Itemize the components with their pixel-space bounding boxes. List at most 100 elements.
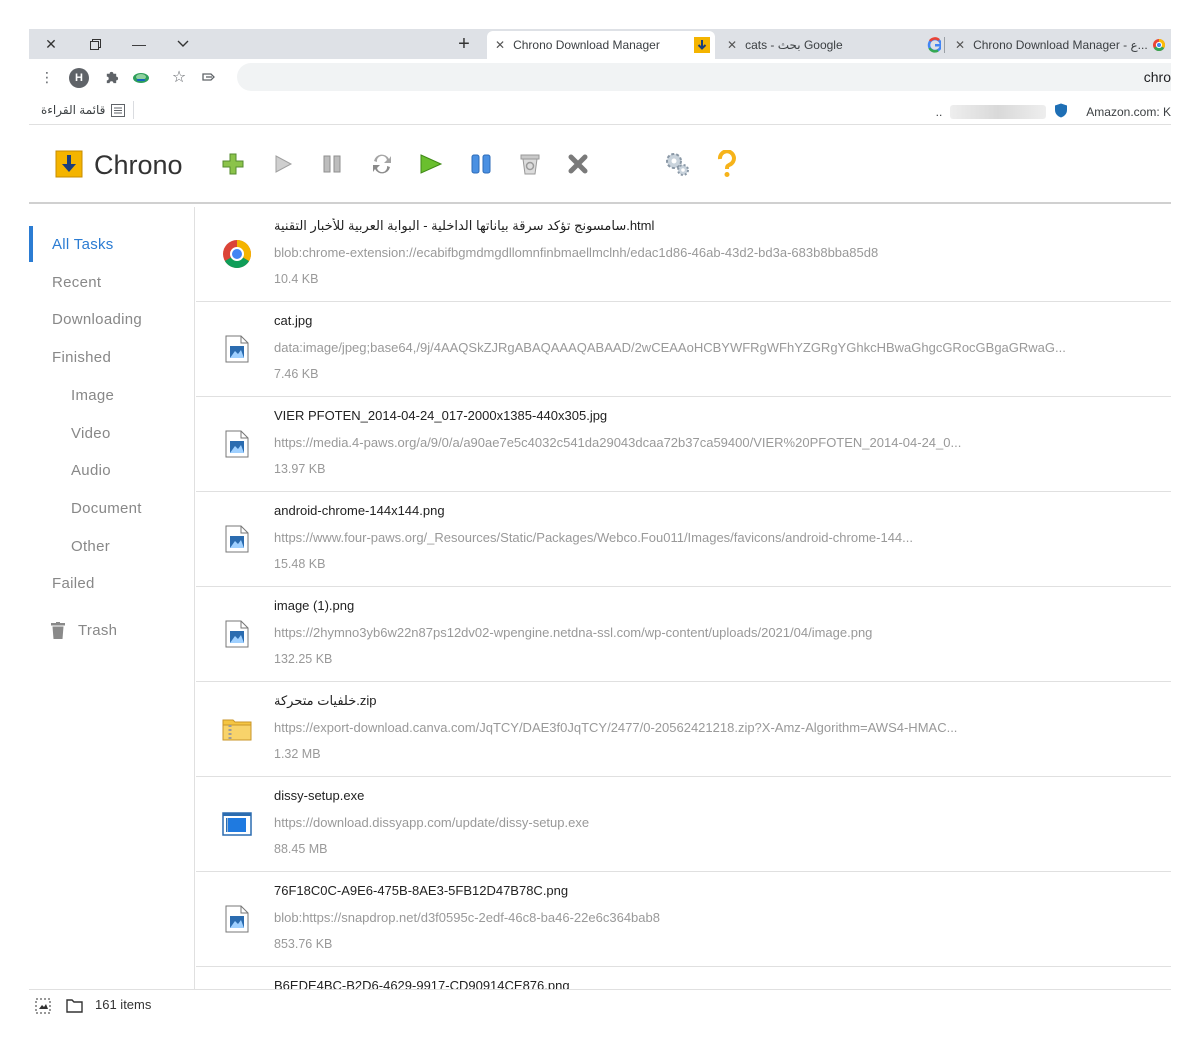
image-file-icon	[220, 902, 254, 936]
bookmark-ellipsis[interactable]: ..	[936, 105, 943, 119]
address-bar[interactable]: chro	[237, 63, 1171, 91]
file-url: https://download.dissyapp.com/update/dis…	[274, 815, 590, 830]
sidebar-item-all-tasks[interactable]: All Tasks	[29, 226, 195, 262]
download-row[interactable]: خلفيات متحركة.zip https://export-download…	[196, 682, 1171, 777]
sidebar-item-other[interactable]: Other	[29, 531, 195, 561]
tab-google-cats[interactable]: ✕ cats - بحث Google	[719, 31, 941, 59]
app-title: Chrono	[94, 150, 183, 180]
start-button[interactable]	[267, 148, 299, 180]
file-url: blob:https://snapdrop.net/d3f0595c-2edf-…	[274, 910, 660, 925]
file-name[interactable]: 76F18C0C-A9E6-475B-8AE3-5FB12D47B78C.png	[274, 883, 568, 898]
file-name[interactable]: سامسونج تؤكد سرقة بياناتها الداخلية - ال…	[274, 218, 654, 234]
tab-title: Chrono Download Manager - ع...	[973, 38, 1148, 52]
download-row[interactable]: VIER PFOTEN_2014-04-24_017-2000x1385-440…	[196, 397, 1171, 492]
sidebar-item-label: Video	[71, 424, 111, 442]
download-list: سامسونج تؤكد سرقة بياناتها الداخلية - ال…	[196, 207, 1171, 989]
file-size: 853.76 KB	[274, 937, 333, 951]
refresh-icon	[373, 154, 391, 174]
file-size: 7.46 KB	[274, 367, 319, 381]
sidebar-item-label: Failed	[52, 574, 95, 592]
reading-list-button[interactable]: قائمة القراءة	[41, 103, 126, 117]
file-name[interactable]: dissy-setup.exe	[274, 788, 364, 803]
restore-window-button[interactable]	[73, 29, 117, 59]
menu-kebab-icon[interactable]: ⋮	[37, 67, 57, 87]
sidebar-item-audio[interactable]: Audio	[29, 455, 195, 485]
sidebar-item-recent[interactable]: Recent	[29, 267, 195, 297]
tab-chrono-2[interactable]: ✕ Chrono Download Manager - ع...	[947, 31, 1171, 59]
trash-icon	[51, 621, 65, 639]
sidebar-item-video[interactable]: Video	[29, 418, 195, 448]
sidebar-item-document[interactable]: Document	[29, 493, 195, 523]
file-name[interactable]: image (1).png	[274, 598, 354, 613]
tab-strip: ✕ — + ✕ Chrono Download Manager ✕ cats -…	[29, 29, 1171, 59]
tab-title: Chrono Download Manager	[513, 38, 660, 52]
file-name[interactable]: VIER PFOTEN_2014-04-24_017-2000x1385-440…	[274, 408, 607, 423]
file-name[interactable]: B6EDE4BC-B2D6-4629-9917-CD90914CE876.png	[274, 978, 570, 989]
chevron-down-icon	[177, 40, 189, 47]
address-text: chro	[1143, 69, 1171, 85]
blurred-bookmark[interactable]	[950, 105, 1047, 119]
download-row[interactable]: image (1).png https://2hymno3yb6w22n87ps1…	[196, 587, 1171, 682]
close-tab-icon[interactable]: ✕	[727, 38, 737, 52]
new-tab-button[interactable]: +	[449, 29, 479, 59]
pause-button[interactable]	[316, 148, 348, 180]
bookmarks-divider	[133, 101, 134, 119]
settings-button[interactable]	[661, 148, 693, 180]
download-row[interactable]: سامسونج تؤكد سرقة بياناتها الداخلية - ال…	[196, 207, 1171, 302]
image-file-icon	[220, 522, 254, 556]
bookmarks-bar: قائمة القراءة .. Amazon.com: K	[29, 95, 1171, 125]
start-all-button[interactable]	[415, 148, 447, 180]
extension-cloud-icon[interactable]	[131, 67, 151, 87]
share-icon[interactable]	[199, 67, 219, 87]
sidebar-item-failed[interactable]: Failed	[29, 568, 195, 598]
download-row[interactable]: dissy-setup.exe https://download.dissyapp…	[196, 777, 1171, 872]
file-url: data:image/jpeg;base64,/9j/4AAQSkZJRgABA…	[274, 340, 1066, 355]
tab-separator	[944, 37, 945, 53]
bookmark-star-icon[interactable]: ☆	[169, 67, 189, 87]
sidebar-item-trash[interactable]: Trash	[29, 615, 195, 645]
bookmarks-right-group: .. Amazon.com: K	[936, 103, 1171, 121]
download-row[interactable]: B6EDE4BC-B2D6-4629-9917-CD90914CE876.png	[196, 967, 1171, 989]
tab-search-button[interactable]	[161, 29, 205, 59]
help-button[interactable]	[711, 148, 743, 180]
download-row[interactable]: 76F18C0C-A9E6-475B-8AE3-5FB12D47B78C.png…	[196, 872, 1171, 967]
download-row[interactable]: android-chrome-144x144.png https://www.fo…	[196, 492, 1171, 587]
delete-button[interactable]	[562, 148, 594, 180]
profile-avatar[interactable]: H	[69, 68, 89, 88]
sidebar-item-finished[interactable]: Finished	[29, 342, 195, 372]
tab-title: cats - بحث Google	[745, 38, 843, 52]
sidebar-item-image[interactable]: Image	[29, 380, 195, 410]
bookmark-amazon[interactable]: Amazon.com: K	[1086, 105, 1171, 119]
play-all-icon	[420, 154, 443, 174]
file-url: https://media.4-paws.org/a/9/0/a/a90ae7e…	[274, 435, 962, 450]
minimize-window-button[interactable]: —	[117, 29, 161, 59]
file-url: https://www.four-paws.org/_Resources/Sta…	[274, 530, 913, 545]
exe-window-icon	[220, 807, 254, 841]
close-window-button[interactable]: ✕	[29, 29, 73, 59]
new-download-button[interactable]	[217, 148, 249, 180]
sidebar: All Tasks Recent Downloading Finished Image V…	[29, 207, 195, 989]
pause-all-button[interactable]	[465, 148, 497, 180]
browser-toolbar: ⋮ H ☆ chro	[29, 59, 1171, 95]
question-mark-icon	[717, 150, 736, 177]
pause-icon	[323, 155, 341, 173]
file-name[interactable]: خلفيات متحركة.zip	[274, 693, 377, 709]
sidebar-item-downloading[interactable]: Downloading	[29, 304, 195, 334]
extensions-puzzle-icon[interactable]	[101, 67, 121, 87]
download-row[interactable]: cat.jpg data:image/jpeg;base64,/9j/4AAQSk…	[196, 302, 1171, 397]
image-file-icon	[220, 617, 254, 651]
open-folder-icon[interactable]	[64, 996, 84, 1016]
close-tab-icon[interactable]: ✕	[955, 38, 965, 52]
clear-finished-button[interactable]	[514, 148, 546, 180]
bookmark-shield-icon[interactable]	[1054, 103, 1068, 121]
file-size: 13.97 KB	[274, 462, 326, 476]
file-name[interactable]: cat.jpg	[274, 313, 312, 328]
tab-chrono-active[interactable]: ✕ Chrono Download Manager	[487, 31, 715, 59]
close-tab-icon[interactable]: ✕	[495, 38, 505, 52]
gears-icon	[666, 153, 689, 176]
select-mode-icon[interactable]	[33, 996, 53, 1016]
sidebar-item-label: Finished	[52, 348, 112, 366]
retry-button[interactable]	[366, 148, 398, 180]
file-name[interactable]: android-chrome-144x144.png	[274, 503, 445, 518]
browser-window: ✕ — + ✕ Chrono Download Manager ✕ cats -…	[29, 29, 1171, 1029]
